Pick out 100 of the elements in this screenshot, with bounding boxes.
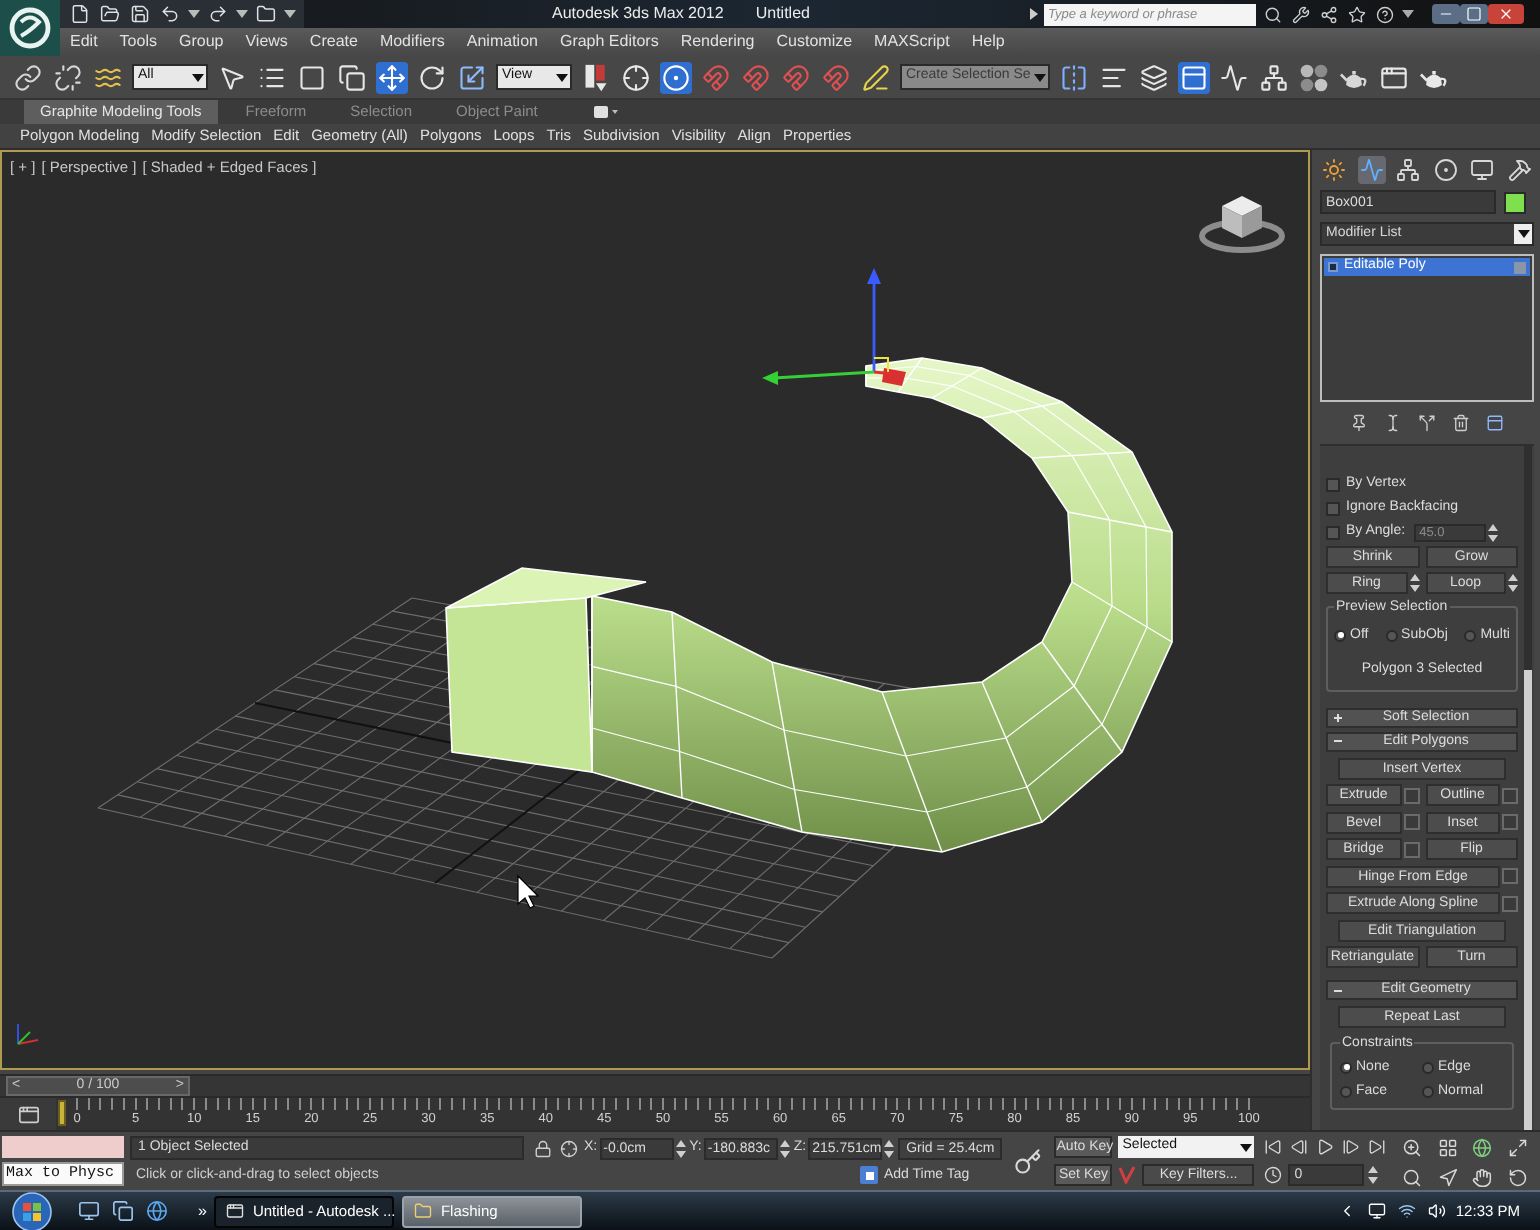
caret-icon xyxy=(188,10,200,18)
clock-icon[interactable] xyxy=(1262,1164,1285,1186)
skip-forward-icon[interactable] xyxy=(1366,1136,1389,1158)
axis-tripod-icon xyxy=(17,1023,39,1045)
step-back-icon[interactable] xyxy=(1288,1136,1311,1158)
menu-item[interactable]: Tools xyxy=(119,30,157,54)
scrollbar[interactable] xyxy=(1524,446,1532,1130)
menu-item[interactable]: Edit xyxy=(70,30,98,54)
save-icon[interactable] xyxy=(128,2,152,26)
redo-icon[interactable] xyxy=(206,2,230,26)
menu-item[interactable]: MAXScript xyxy=(874,30,950,54)
spheres-icon[interactable] xyxy=(1298,61,1331,93)
pin-icon[interactable] xyxy=(1348,411,1370,433)
square-icon[interactable] xyxy=(860,1166,878,1184)
menu-item[interactable]: Group xyxy=(178,30,224,54)
play-icon[interactable] xyxy=(1314,1136,1337,1158)
folder-icon[interactable] xyxy=(98,2,122,26)
extruded-mesh-model[interactable] xyxy=(445,357,1173,853)
step-forward-icon[interactable] xyxy=(1340,1136,1363,1158)
frame-marker[interactable] xyxy=(58,1100,66,1126)
pulse-line-icon[interactable] xyxy=(1357,155,1386,183)
hierarchy-icon[interactable] xyxy=(1258,61,1291,93)
rotate-icon[interactable] xyxy=(416,61,448,93)
crosshair-icon[interactable] xyxy=(558,1137,580,1159)
split-icon[interactable] xyxy=(1416,411,1438,433)
hammer-icon[interactable] xyxy=(1505,155,1534,183)
listener-input-field[interactable] xyxy=(2,1136,124,1158)
crosshair-icon[interactable] xyxy=(620,61,652,93)
window-icon[interactable] xyxy=(224,1200,247,1222)
menu-item[interactable]: Views xyxy=(245,30,288,54)
square-icon[interactable] xyxy=(1328,262,1338,272)
square-icon[interactable] xyxy=(296,61,328,93)
overlapping-squares-icon[interactable] xyxy=(336,61,368,93)
checkbox[interactable] xyxy=(1326,501,1340,515)
window-icon[interactable] xyxy=(15,1101,41,1127)
help-icon[interactable] xyxy=(1374,3,1396,25)
checkbox[interactable] xyxy=(1326,525,1340,539)
search-icon[interactable] xyxy=(1262,3,1284,25)
rectangle-icon[interactable] xyxy=(593,106,618,118)
caret-icon xyxy=(1402,10,1414,18)
radio-button[interactable] xyxy=(1422,1061,1434,1074)
start-orb-icon[interactable] xyxy=(12,1191,52,1230)
caret-icon xyxy=(1517,230,1529,238)
hierarchy-icon[interactable] xyxy=(1394,155,1423,183)
panel-icon[interactable] xyxy=(1178,61,1211,93)
menu-item[interactable]: Graph Editors xyxy=(559,30,659,54)
monitor-icon[interactable] xyxy=(1468,155,1497,183)
share-icon[interactable] xyxy=(1318,3,1340,25)
close-icon[interactable] xyxy=(1488,4,1524,24)
skip-back-icon[interactable] xyxy=(1262,1136,1285,1158)
scrollbar-thumb[interactable] xyxy=(1524,670,1532,1130)
more-button[interactable]: » xyxy=(198,1199,207,1223)
speaker-icon[interactable] xyxy=(1425,1200,1448,1222)
link-icon[interactable] xyxy=(12,61,44,93)
radio-button[interactable] xyxy=(1422,1086,1434,1099)
cursor-icon xyxy=(517,874,540,909)
menu-item[interactable]: Create xyxy=(309,30,358,54)
menu-item[interactable]: Rendering xyxy=(680,30,755,54)
radio-button[interactable] xyxy=(1334,629,1346,642)
window-title: Autodesk 3ds Max 2012 xyxy=(552,2,724,26)
menu-item[interactable]: Modifiers xyxy=(379,30,445,54)
layers-icon[interactable] xyxy=(1138,61,1171,93)
radio-button[interactable] xyxy=(1340,1061,1352,1074)
radio-button[interactable] xyxy=(1464,629,1477,642)
menu-item[interactable]: Customize xyxy=(776,30,853,54)
monitor-icon[interactable] xyxy=(76,1198,102,1224)
mirror-icon[interactable] xyxy=(1058,61,1091,93)
monitor-icon[interactable] xyxy=(1365,1200,1388,1222)
view-cube[interactable] xyxy=(1199,196,1285,253)
target-icon[interactable] xyxy=(1431,155,1460,183)
checkbox[interactable] xyxy=(1326,477,1340,491)
menu-item[interactable]: Help xyxy=(971,30,1005,54)
lock-icon[interactable] xyxy=(532,1137,554,1159)
overlapping-squares-icon[interactable] xyxy=(110,1198,136,1224)
pen-icon[interactable] xyxy=(860,61,892,93)
scale-icon[interactable] xyxy=(456,61,488,93)
undo-icon[interactable] xyxy=(158,2,182,26)
folder-icon[interactable] xyxy=(254,2,278,26)
minimize-icon[interactable] xyxy=(1432,4,1460,24)
sun-icon[interactable] xyxy=(1320,155,1348,183)
caret-icon xyxy=(1034,73,1047,81)
move-gizmo[interactable] xyxy=(762,268,895,385)
maximize-icon[interactable] xyxy=(1460,4,1488,24)
color-swatch-icon[interactable] xyxy=(1504,191,1526,213)
trash-icon[interactable] xyxy=(1450,411,1472,433)
document-name: Untitled xyxy=(755,2,810,26)
key-icon[interactable] xyxy=(1012,1145,1045,1177)
app-logo-icon[interactable] xyxy=(0,0,60,56)
radio-button[interactable] xyxy=(1340,1086,1352,1099)
unlink-icon[interactable] xyxy=(52,61,84,93)
menu-item[interactable]: Animation xyxy=(466,30,538,54)
move-icon[interactable] xyxy=(376,61,408,93)
radio-button[interactable] xyxy=(1385,629,1398,642)
file-icon[interactable] xyxy=(68,2,92,26)
bars-icon[interactable] xyxy=(580,61,612,93)
panel-icon[interactable] xyxy=(1484,411,1506,433)
globe-icon[interactable] xyxy=(144,1198,170,1224)
star-icon[interactable] xyxy=(1346,3,1368,25)
wrench-icon[interactable] xyxy=(1290,3,1312,25)
triangle-icon[interactable] xyxy=(1030,8,1038,20)
